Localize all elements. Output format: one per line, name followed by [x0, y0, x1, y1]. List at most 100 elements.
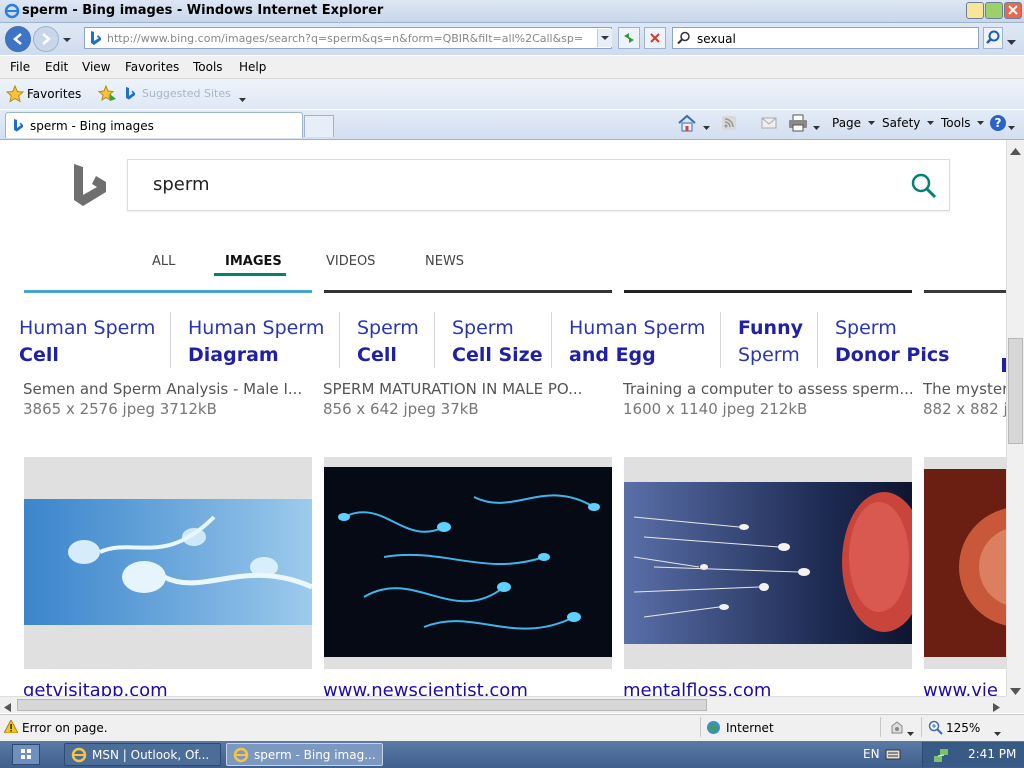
nav-news[interactable]: NEWS	[425, 254, 464, 269]
result-caption[interactable]: SPERM MATURATION IN MALE PO... 856 x 642…	[323, 380, 608, 418]
tab-bing-images[interactable]: sperm - Bing images	[5, 112, 303, 138]
help-icon[interactable]: ?	[989, 114, 1007, 135]
safety-menu-dropdown-icon	[927, 121, 935, 125]
horizontal-scroll-thumb[interactable]	[17, 699, 707, 711]
image-sliver	[324, 290, 612, 293]
suggested-sites-button[interactable]: Suggested Sites	[124, 85, 246, 103]
zoom-dropdown-icon[interactable]	[994, 726, 1001, 740]
status-text[interactable]: Error on page.	[22, 721, 108, 735]
print-dropdown-icon[interactable]	[813, 120, 820, 134]
nav-videos[interactable]: VIDEOS	[326, 254, 375, 269]
read-mail-icon[interactable]	[760, 115, 778, 134]
scroll-right-icon[interactable]	[993, 701, 1000, 715]
search-field[interactable]: sexual	[672, 27, 979, 49]
result-caption[interactable]: The myster 882 x 882 jp	[923, 380, 1006, 418]
start-button[interactable]	[12, 744, 40, 765]
related-search-line1: Sperm	[835, 317, 897, 339]
minimize-button[interactable]	[966, 2, 984, 19]
related-search[interactable]: Funny Sperm	[738, 315, 803, 369]
tools-menu[interactable]: Tools	[941, 116, 985, 130]
result-source-link[interactable]: mentalfloss.com	[623, 680, 771, 696]
maximize-button[interactable]	[985, 2, 1003, 19]
result-caption[interactable]: Training a computer to assess sperm... 1…	[623, 380, 913, 418]
bing-search-icon[interactable]	[910, 172, 938, 203]
taskbar-item-label: MSN | Outlook, Of...	[92, 748, 210, 762]
protected-mode-dropdown-icon[interactable]	[907, 726, 914, 740]
add-to-favorites-bar-icon[interactable]	[97, 84, 117, 106]
result-image-sperm-blue[interactable]	[24, 457, 312, 669]
taskbar-item-bing[interactable]: sperm - Bing imag...	[226, 743, 383, 766]
related-search[interactable]: Human Sperm Diagram	[188, 315, 324, 369]
close-button[interactable]	[1004, 2, 1022, 19]
keyboard-icon[interactable]	[885, 748, 901, 763]
address-toolbar: http://www.bing.com/images/search?q=sper…	[0, 23, 1024, 55]
search-go-button[interactable]	[983, 27, 1003, 49]
related-search[interactable]: Sperm Cell	[357, 315, 419, 369]
system-tray: 2:41 PM	[922, 742, 1024, 767]
favorites-button[interactable]: Favorites	[4, 84, 86, 104]
result-caption[interactable]: Semen and Sperm Analysis - Male I... 386…	[23, 380, 308, 418]
status-divider	[700, 717, 701, 737]
tab-row: sperm - Bing images Page Safety Tools ?	[0, 110, 1024, 140]
menu-tools[interactable]: Tools	[193, 60, 223, 74]
bing-logo-icon[interactable]	[72, 162, 108, 211]
internet-zone-icon	[706, 720, 721, 738]
scroll-left-icon[interactable]	[4, 701, 11, 715]
address-bar[interactable]: http://www.bing.com/images/search?q=sper…	[84, 27, 612, 49]
status-bar: Error on page. Internet 125%	[0, 714, 1024, 741]
page-menu[interactable]: Page	[832, 116, 875, 130]
help-dropdown-icon[interactable]	[1008, 120, 1015, 134]
nav-images[interactable]: IMAGES	[225, 254, 282, 269]
related-search[interactable]: Sperm Donor Pics	[835, 315, 949, 369]
result-image-sperm-egg[interactable]	[624, 457, 912, 669]
result-source-link[interactable]: www.vie	[923, 680, 998, 696]
vertical-scrollbar[interactable]	[1006, 140, 1024, 696]
related-search[interactable]: Human Sperm Cell	[19, 315, 155, 369]
result-source-link[interactable]: www.newscientist.com	[323, 680, 528, 696]
warning-icon[interactable]	[3, 718, 19, 736]
recent-pages-dropdown-icon[interactable]	[62, 33, 72, 47]
menu-edit[interactable]: Edit	[45, 60, 68, 74]
related-search-line2: Donor Pics	[835, 344, 950, 366]
result-image-sperm-dark[interactable]	[324, 457, 612, 669]
menu-view[interactable]: View	[82, 60, 110, 74]
zoom-level[interactable]: 125%	[946, 721, 980, 735]
home-dropdown-icon[interactable]	[703, 120, 710, 134]
clock[interactable]: 2:41 PM	[968, 747, 1016, 761]
feeds-icon[interactable]	[721, 115, 737, 134]
forward-button[interactable]	[33, 26, 59, 52]
vertical-scroll-thumb[interactable]	[1008, 338, 1023, 444]
menu-favorites[interactable]: Favorites	[125, 60, 179, 74]
network-icon[interactable]	[933, 747, 949, 766]
zoom-icon[interactable]	[928, 720, 943, 738]
refresh-button[interactable]	[618, 27, 640, 49]
related-search[interactable]: Human Sperm and Egg	[569, 315, 705, 369]
result-dims: 3865 x 2576 jpeg 3712kB	[23, 400, 217, 418]
menu-file[interactable]: File	[10, 60, 30, 74]
taskbar-item-label: sperm - Bing imag...	[254, 748, 376, 762]
new-tab-button[interactable]	[304, 115, 334, 137]
related-search-line2: Cell	[19, 344, 59, 366]
result-source-link[interactable]: getvisitapp.com	[23, 680, 168, 696]
scroll-up-icon[interactable]	[1010, 144, 1021, 158]
bing-search-box[interactable]: sperm	[127, 159, 950, 211]
menu-help[interactable]: Help	[239, 60, 266, 74]
safety-menu-label: Safety	[882, 116, 921, 130]
taskbar-item-msn[interactable]: MSN | Outlook, Of...	[64, 743, 221, 766]
related-search-line2: Diagram	[188, 344, 279, 366]
print-icon[interactable]	[788, 114, 808, 135]
result-image-egg-partial[interactable]	[924, 457, 1006, 669]
protected-mode-icon[interactable]	[889, 720, 905, 738]
stop-button[interactable]	[644, 27, 666, 49]
address-dropdown-button[interactable]	[597, 29, 612, 47]
related-search[interactable]: Sperm Cell Size	[452, 315, 543, 369]
related-divider	[339, 312, 340, 368]
search-options-dropdown-icon[interactable]	[1007, 35, 1016, 49]
result-title: SPERM MATURATION IN MALE PO...	[323, 380, 583, 398]
back-button[interactable]	[5, 26, 31, 52]
horizontal-scrollbar[interactable]	[0, 696, 1006, 713]
safety-menu[interactable]: Safety	[882, 116, 935, 130]
nav-all[interactable]: ALL	[152, 254, 175, 269]
language-indicator[interactable]: EN	[863, 747, 880, 761]
home-icon[interactable]	[677, 113, 697, 136]
